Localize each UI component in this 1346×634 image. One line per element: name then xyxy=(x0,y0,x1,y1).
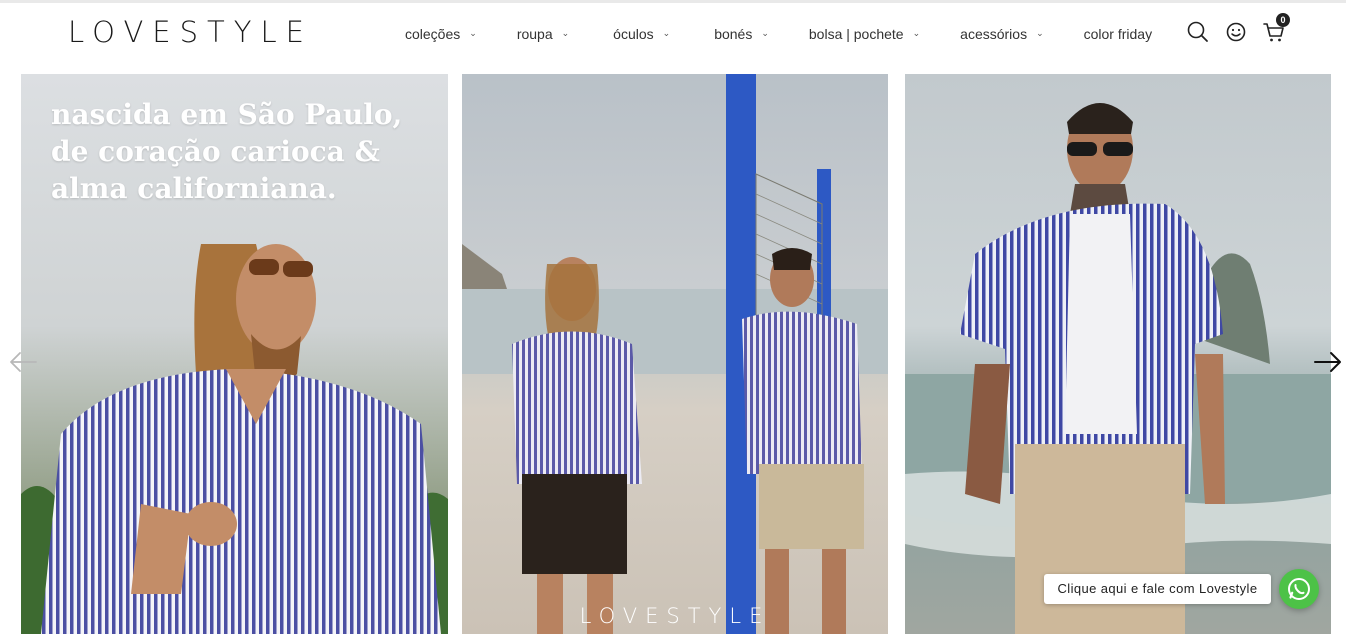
chevron-down-icon: ⌄ xyxy=(1036,27,1044,38)
smiley-icon[interactable] xyxy=(1224,20,1248,44)
model-figure-2 xyxy=(462,74,888,634)
nav-item-label: óculos xyxy=(613,26,654,42)
nav-item-roupa[interactable]: roupa ⌄ xyxy=(517,21,569,47)
nav-item-oculos[interactable]: óculos ⌄ xyxy=(613,21,670,47)
header-icons: 0 xyxy=(1186,13,1300,44)
nav-item-bolsa-pochete[interactable]: bolsa | pochete ⌄ xyxy=(809,21,920,47)
nav-item-label: coleções xyxy=(405,26,461,42)
site-header: LOVESTYLE coleções ⌄ roupa ⌄ óculos ⌄ bo… xyxy=(0,3,1346,67)
whatsapp-icon[interactable] xyxy=(1279,569,1319,609)
hero-headline: nascida em São Paulo, de coração carioca… xyxy=(51,98,403,205)
cart-icon[interactable]: 0 xyxy=(1262,13,1290,44)
slider-next-arrow-icon[interactable] xyxy=(1313,350,1343,374)
main-nav: coleções ⌄ roupa ⌄ óculos ⌄ bonés ⌄ bols… xyxy=(380,21,1152,47)
nav-item-colecoes[interactable]: coleções ⌄ xyxy=(405,21,477,47)
chat-prompt-bubble[interactable]: Clique aqui e fale com Lovestyle xyxy=(1044,574,1271,604)
nav-item-label: roupa xyxy=(516,26,553,42)
nav-item-label: bolsa | pochete xyxy=(808,26,904,42)
hero-slider: nascida em São Paulo, de coração carioca… xyxy=(0,74,1346,634)
nav-item-bones[interactable]: bonés ⌄ xyxy=(714,21,769,47)
slider-prev-arrow-icon[interactable] xyxy=(8,350,38,374)
search-icon[interactable] xyxy=(1186,20,1210,44)
cart-count-badge: 0 xyxy=(1276,13,1290,27)
model-figure-3 xyxy=(905,103,1331,634)
nav-item-label: color friday xyxy=(1083,26,1153,42)
nav-item-acessorios[interactable]: acessórios ⌄ xyxy=(960,21,1043,47)
slide-image-1[interactable]: nascida em São Paulo, de coração carioca… xyxy=(21,74,448,634)
slide-image-2[interactable]: LOVESTYLE xyxy=(462,74,888,634)
chevron-down-icon: ⌄ xyxy=(469,27,477,38)
slide-image-3[interactable] xyxy=(905,74,1331,634)
nav-item-color-friday[interactable]: color friday xyxy=(1084,21,1152,47)
chevron-down-icon: ⌄ xyxy=(561,27,570,38)
chevron-down-icon: ⌄ xyxy=(662,27,671,38)
chevron-down-icon: ⌄ xyxy=(761,27,769,38)
brand-logo[interactable]: LOVESTYLE xyxy=(68,16,313,48)
nav-item-label: bonés xyxy=(714,26,753,42)
nav-item-label: acessórios xyxy=(960,26,1028,42)
chevron-down-icon: ⌄ xyxy=(912,27,921,38)
slide-watermark: LOVESTYLE xyxy=(579,604,771,628)
